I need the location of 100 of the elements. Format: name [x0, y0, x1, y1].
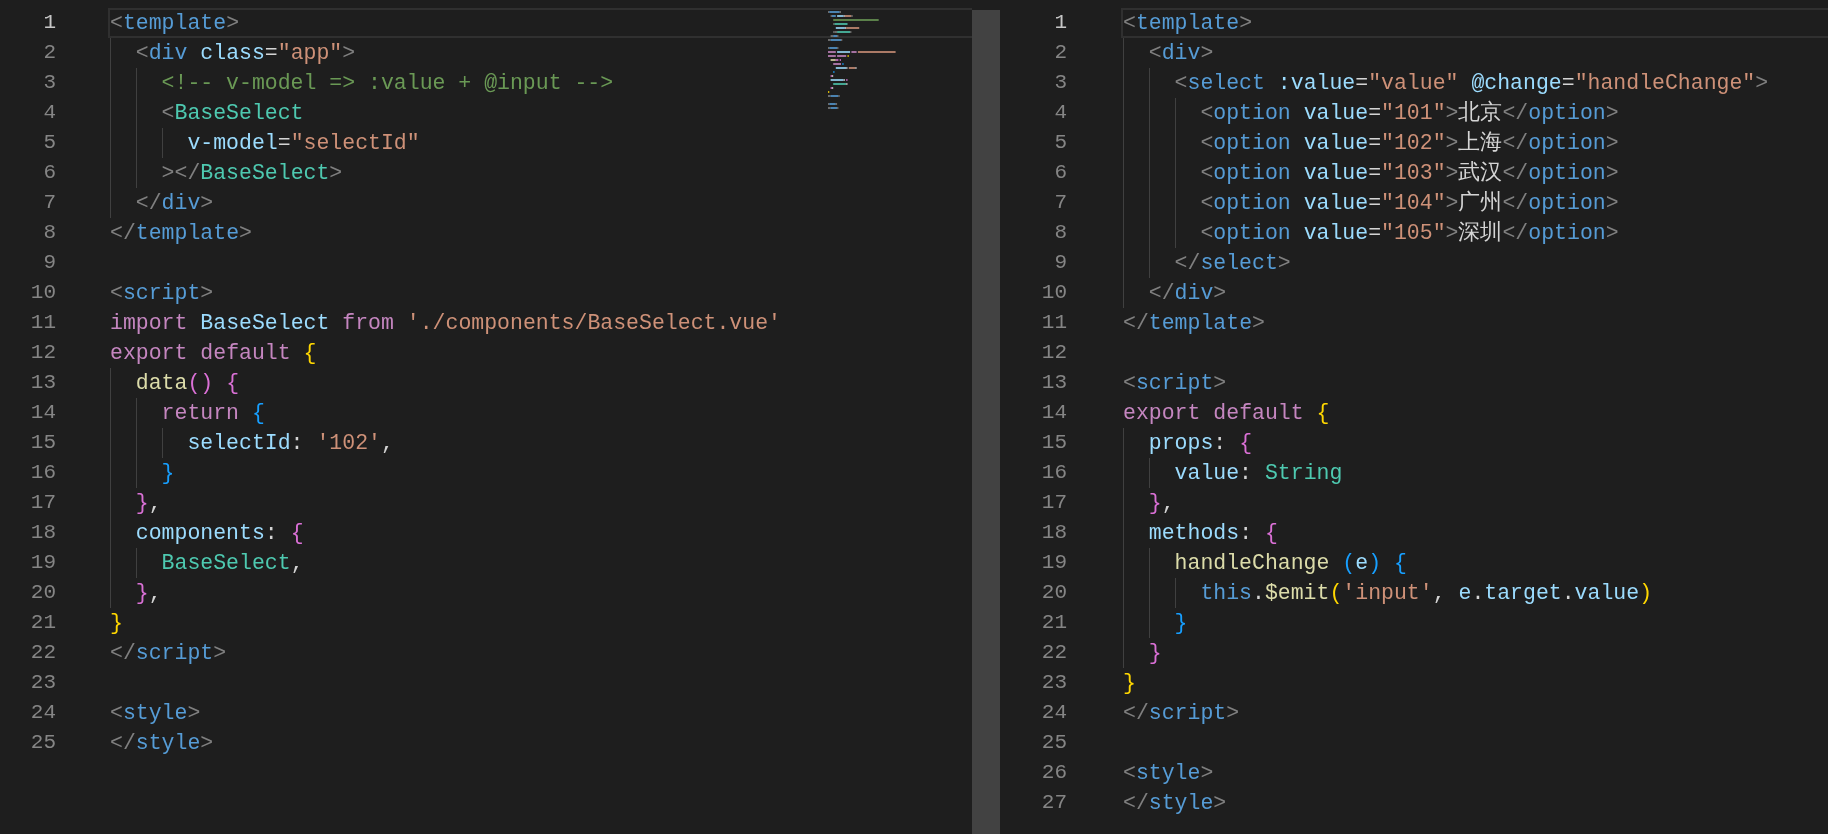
code-line: <option value="104">广州</option>	[1123, 188, 1619, 218]
code-line: }	[1123, 638, 1162, 668]
line-number: 21	[29, 610, 56, 636]
line-number: 11	[1040, 310, 1067, 336]
line-number: 11	[29, 310, 56, 336]
code-line: <style>	[110, 700, 201, 726]
line-number: 9	[42, 250, 56, 276]
line-number: 3	[42, 70, 56, 96]
line-number: 26	[1040, 760, 1067, 786]
line-number: 15	[29, 430, 56, 456]
line-number: 13	[29, 370, 56, 396]
line-number: 25	[1040, 730, 1067, 756]
line-number: 14	[29, 400, 56, 426]
code-line: }	[1123, 608, 1188, 638]
line-number: 23	[1040, 670, 1067, 696]
code-line: <style>	[1123, 760, 1214, 786]
line-number: 7	[42, 190, 56, 216]
line-number: 9	[1053, 250, 1067, 276]
line-number: 3	[1053, 70, 1067, 96]
line-number: 18	[1040, 520, 1067, 546]
code-line: <select :value="value" @change="handleChange">	[1123, 68, 1769, 98]
code-line: <option value="105">深圳</option>	[1123, 218, 1619, 248]
line-number: 4	[1053, 100, 1067, 126]
code-line: <option value="102">上海</option>	[1123, 128, 1619, 158]
line-number: 1	[1053, 10, 1067, 36]
line-number: 15	[1040, 430, 1067, 456]
code-line: components: {	[110, 518, 304, 548]
line-number: 10	[29, 280, 56, 306]
line-number: 6	[1053, 160, 1067, 186]
code-line: </select>	[1123, 248, 1291, 278]
line-number: 22	[1040, 640, 1067, 666]
code-line: </script>	[1123, 700, 1240, 726]
code-line: <script>	[110, 280, 214, 306]
code-line: methods: {	[1123, 518, 1278, 548]
code-line: <div>	[1123, 38, 1214, 68]
line-number: 16	[29, 460, 56, 486]
line-number: 8	[1053, 220, 1067, 246]
line-number: 2	[42, 40, 56, 66]
code-line: </template>	[1123, 310, 1265, 336]
code-line: </script>	[110, 640, 227, 666]
line-number: 24	[29, 700, 56, 726]
code-line: <!-- v-model => :value + @input -->	[110, 68, 614, 98]
code-line: <div class="app">	[110, 38, 356, 68]
code-line: return {	[110, 398, 265, 428]
line-number: 7	[1053, 190, 1067, 216]
code-line: selectId: '102',	[110, 428, 394, 458]
line-number: 8	[42, 220, 56, 246]
line-number: 2	[1053, 40, 1067, 66]
code-line: }	[110, 458, 175, 488]
line-number: 1	[42, 10, 56, 36]
line-number: 4	[42, 100, 56, 126]
scrollbar-thumb[interactable]	[972, 10, 1000, 834]
code-line: <option value="103">武汉</option>	[1123, 158, 1619, 188]
code-line: props: {	[1123, 428, 1253, 458]
code-line: BaseSelect,	[110, 548, 304, 578]
line-number: 6	[42, 160, 56, 186]
line-number: 25	[29, 730, 56, 756]
code-line: value: String	[1123, 458, 1343, 488]
code-line: <template>	[1123, 10, 1253, 36]
line-number: 12	[29, 340, 56, 366]
code-line: <script>	[1123, 370, 1227, 396]
line-number: 20	[29, 580, 56, 606]
line-number: 12	[1040, 340, 1067, 366]
code-line: export default {	[1123, 400, 1330, 426]
code-line: data() {	[110, 368, 240, 398]
line-number: 19	[29, 550, 56, 576]
line-number: 17	[29, 490, 56, 516]
code-line: </div>	[110, 188, 214, 218]
code-line: <template>	[110, 10, 240, 36]
line-number: 24	[1040, 700, 1067, 726]
code-line: }	[1123, 670, 1136, 696]
code-line: </style>	[110, 730, 214, 756]
line-number: 14	[1040, 400, 1067, 426]
code-line: ></BaseSelect>	[110, 158, 343, 188]
code-line: },	[1123, 488, 1175, 518]
code-line: </template>	[110, 220, 252, 246]
line-number: 5	[42, 130, 56, 156]
code-line: import BaseSelect from './components/BaseSelect.vue'	[110, 310, 781, 336]
line-number: 5	[1053, 130, 1067, 156]
line-number: 27	[1040, 790, 1067, 816]
code-line: }	[110, 610, 123, 636]
code-line: export default {	[110, 340, 317, 366]
line-number: 19	[1040, 550, 1067, 576]
line-number: 20	[1040, 580, 1067, 606]
line-number: 16	[1040, 460, 1067, 486]
code-line: </style>	[1123, 790, 1227, 816]
code-line: this.$emit('input', e.target.value)	[1123, 578, 1653, 608]
line-number: 13	[1040, 370, 1067, 396]
line-number: 22	[29, 640, 56, 666]
code-line: <BaseSelect	[110, 98, 304, 128]
line-number: 10	[1040, 280, 1067, 306]
code-line: v-model="selectId"	[110, 128, 420, 158]
line-number: 21	[1040, 610, 1067, 636]
code-line: <option value="101">北京</option>	[1123, 98, 1619, 128]
code-line: </div>	[1123, 278, 1227, 308]
code-line: },	[110, 578, 162, 608]
line-number: 18	[29, 520, 56, 546]
line-number: 23	[29, 670, 56, 696]
code-line: },	[110, 488, 162, 518]
line-number: 17	[1040, 490, 1067, 516]
